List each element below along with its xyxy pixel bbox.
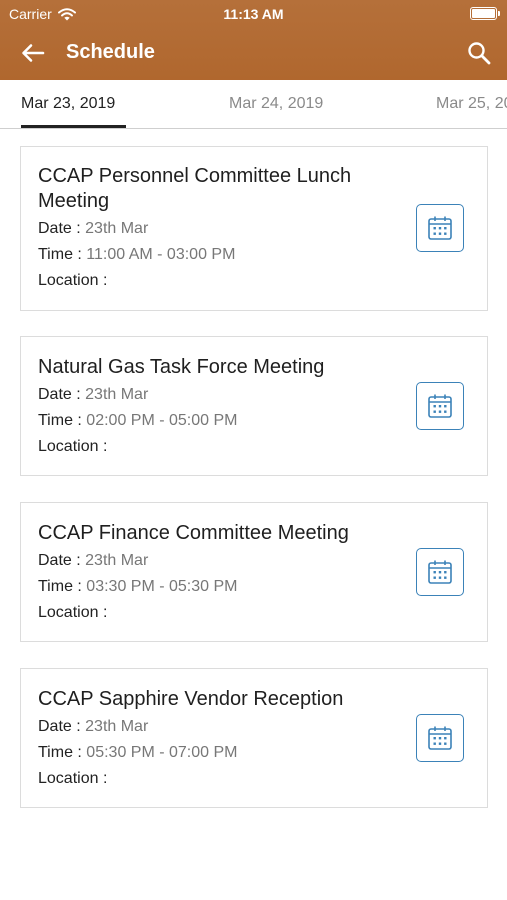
- event-time: 02:00 PM - 05:00 PM: [86, 412, 238, 429]
- event-time: 05:30 PM - 07:00 PM: [86, 744, 238, 761]
- event-time: 03:30 PM - 05:30 PM: [86, 578, 238, 595]
- time-label: Time :: [38, 412, 87, 429]
- event-location-row: Location :: [38, 438, 107, 456]
- event-time: 11:00 AM - 03:00 PM: [86, 246, 236, 263]
- event-title: CCAP Finance Committee Meeting: [38, 522, 349, 544]
- event-card[interactable]: CCAP Personnel Committee Lunch Meeting D…: [20, 146, 488, 311]
- event-date-row: Date : 23th Mar: [38, 552, 148, 570]
- event-time-row: Time : 11:00 AM - 03:00 PM: [38, 246, 235, 264]
- event-location-row: Location :: [38, 604, 107, 622]
- page-title: Schedule: [66, 41, 155, 63]
- location-label: Location :: [38, 604, 108, 621]
- tab-mar-25[interactable]: Mar 25, 2019: [436, 95, 507, 113]
- calendar-icon: [428, 726, 452, 750]
- time-label: Time :: [38, 578, 87, 595]
- date-tabs: Mar 23, 2019 Mar 24, 2019 Mar 25, 2019: [0, 80, 507, 129]
- location-label: Location :: [38, 770, 108, 787]
- event-date: 23th Mar: [85, 718, 149, 735]
- event-date-row: Date : 23th Mar: [38, 386, 148, 404]
- location-label: Location :: [38, 272, 108, 289]
- tab-mar-23[interactable]: Mar 23, 2019: [21, 95, 115, 113]
- back-arrow-icon: [22, 44, 45, 62]
- event-time-row: Time : 05:30 PM - 07:00 PM: [38, 744, 237, 762]
- event-title: Natural Gas Task Force Meeting: [38, 356, 325, 378]
- add-to-calendar-button[interactable]: [416, 714, 464, 762]
- event-date-row: Date : 23th Mar: [38, 718, 148, 736]
- nav-bar: Schedule: [0, 30, 507, 80]
- add-to-calendar-button[interactable]: [416, 548, 464, 596]
- date-label: Date :: [38, 552, 86, 569]
- event-location-row: Location :: [38, 770, 107, 788]
- status-bar: Carrier 11:13 AM: [0, 0, 507, 30]
- active-tab-indicator: [21, 125, 126, 128]
- event-time-row: Time : 03:30 PM - 05:30 PM: [38, 578, 237, 596]
- event-card[interactable]: Natural Gas Task Force Meeting Date : 23…: [20, 336, 488, 476]
- app-header: Carrier 11:13 AM Schedule: [0, 0, 507, 80]
- calendar-icon: [428, 560, 452, 584]
- calendar-icon: [428, 216, 452, 240]
- event-card[interactable]: CCAP Finance Committee Meeting Date : 23…: [20, 502, 488, 642]
- event-date: 23th Mar: [85, 386, 149, 403]
- time-label: Time :: [38, 744, 87, 761]
- date-label: Date :: [38, 220, 86, 237]
- status-time: 11:13 AM: [223, 6, 284, 22]
- search-button[interactable]: [465, 39, 493, 67]
- location-label: Location :: [38, 438, 108, 455]
- time-label: Time :: [38, 246, 87, 263]
- date-label: Date :: [38, 386, 86, 403]
- search-icon: [468, 42, 491, 65]
- add-to-calendar-button[interactable]: [416, 204, 464, 252]
- calendar-icon: [428, 394, 452, 418]
- event-card[interactable]: CCAP Sapphire Vendor Reception Date : 23…: [20, 668, 488, 808]
- tab-mar-24[interactable]: Mar 24, 2019: [229, 95, 323, 113]
- event-date: 23th Mar: [85, 220, 149, 237]
- event-title: CCAP Sapphire Vendor Reception: [38, 688, 344, 710]
- event-time-row: Time : 02:00 PM - 05:00 PM: [38, 412, 237, 430]
- event-location-row: Location :: [38, 272, 107, 290]
- event-date: 23th Mar: [85, 552, 149, 569]
- event-date-row: Date : 23th Mar: [38, 220, 148, 238]
- event-title: CCAP Personnel Committee Lunch Meeting: [38, 165, 352, 212]
- battery-icon: [470, 7, 500, 20]
- back-button[interactable]: [18, 40, 48, 66]
- date-label: Date :: [38, 718, 86, 735]
- add-to-calendar-button[interactable]: [416, 382, 464, 430]
